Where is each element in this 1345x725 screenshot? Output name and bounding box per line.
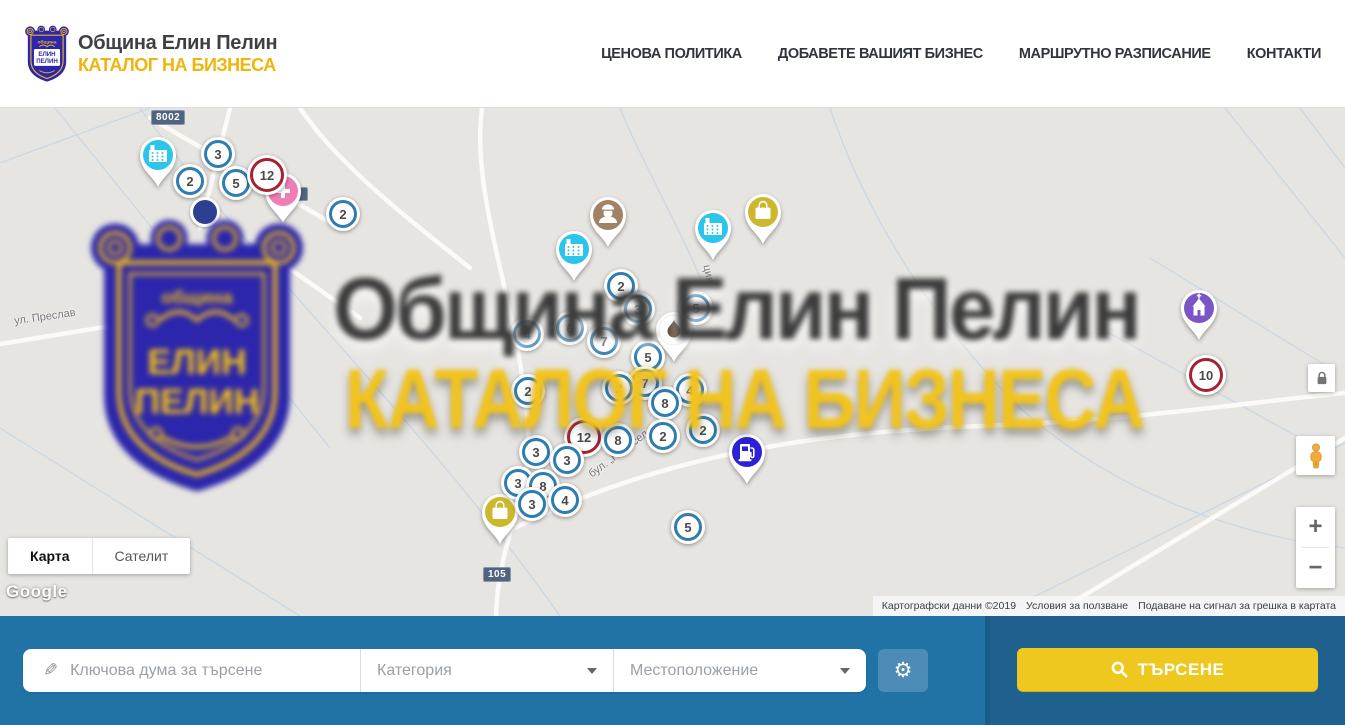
cluster-marker[interactable]: 4	[510, 317, 544, 351]
cluster-marker[interactable]: 2	[602, 371, 636, 405]
factory-pin[interactable]	[691, 208, 735, 262]
cluster-marker[interactable]: 2	[326, 197, 360, 231]
pegman-icon	[1305, 443, 1327, 469]
search-button[interactable]: ТЪРСЕНЕ	[1017, 648, 1318, 691]
cluster-marker[interactable]: 3	[550, 443, 584, 477]
pencil-icon: ✎	[43, 660, 58, 681]
brand-subtitle: КАТАЛОГ НА БИЗНЕСА	[78, 55, 277, 76]
cluster-marker[interactable]: 8	[601, 423, 635, 457]
fuel-pin[interactable]	[725, 432, 769, 486]
location-select-label: Местоположение	[630, 662, 758, 680]
category-select-label: Категория	[377, 662, 452, 680]
cluster-marker[interactable]: 8	[648, 386, 682, 420]
fullscreen-lock-button[interactable]	[1308, 364, 1335, 392]
category-select[interactable]: Категория	[360, 649, 613, 692]
municipality-crest-icon: община ЕЛИН ПЕЛИН	[24, 25, 70, 83]
cluster-marker[interactable]: 5	[679, 291, 713, 325]
nav-item-contacts[interactable]: КОНТАКТИ	[1247, 46, 1321, 62]
svg-text:ПЕЛИН: ПЕЛИН	[36, 58, 58, 65]
search-fields-group: ✎ Категория Местоположение	[23, 649, 866, 692]
cluster-marker[interactable]: 2	[511, 374, 545, 408]
search-button-label: ТЪРСЕНЕ	[1138, 660, 1225, 680]
keyword-input[interactable]	[70, 662, 360, 680]
cluster-marker[interactable]: 4	[548, 483, 582, 517]
map-type-satellite-button[interactable]: Сателит	[92, 538, 191, 574]
header: община ЕЛИН ПЕЛИН Община Елин Пелин КАТА…	[0, 0, 1345, 108]
zoom-out-button[interactable]: −	[1296, 548, 1335, 588]
nav-item-pricing[interactable]: ЦЕНОВА ПОЛИТИКА	[601, 46, 742, 62]
road-badge: 8002	[151, 110, 185, 125]
nav-item-add-business[interactable]: ДОБАВЕТЕ ВАШИЯТ БИЗНЕС	[778, 46, 983, 62]
cluster-marker[interactable]: 5	[671, 510, 705, 544]
bag-pin[interactable]	[741, 192, 785, 246]
cluster-marker[interactable]: 2	[173, 164, 207, 198]
attribution-link[interactable]: Условия за ползване	[1021, 600, 1133, 612]
brand-title: Община Елин Пелин	[78, 32, 277, 55]
cluster-marker[interactable]: 2	[686, 413, 720, 447]
road-badge: 105	[483, 567, 511, 582]
street-view-pegman-button[interactable]	[1296, 436, 1335, 475]
map-attribution: Картографски данни ©2019Условия за ползв…	[873, 596, 1345, 616]
cluster-marker[interactable]: 6	[553, 311, 587, 345]
gear-icon: ⚙	[894, 658, 913, 683]
lock-icon	[1314, 370, 1330, 387]
google-logo[interactable]: Google	[6, 582, 68, 602]
cluster-marker[interactable]: 3	[621, 292, 655, 326]
cluster-marker[interactable]: 7	[587, 324, 621, 358]
zoom-control: + −	[1296, 507, 1335, 588]
svg-text:община: община	[37, 38, 56, 45]
nav-item-route-schedule[interactable]: МАРШРУТНО РАЗПИСАНИЕ	[1019, 46, 1211, 62]
advanced-settings-button[interactable]: ⚙	[878, 649, 928, 692]
svg-text:ЕЛИН: ЕЛИН	[38, 50, 56, 57]
brand-logo[interactable]: община ЕЛИН ПЕЛИН Община Елин Пелин КАТА…	[24, 25, 277, 83]
search-bar: ✎ Категория Местоположение ⚙ ТЪРСЕНЕ	[0, 616, 1345, 725]
cluster-marker[interactable]: 2	[646, 419, 680, 453]
cluster-marker[interactable]: 10	[1186, 355, 1226, 395]
map-canvas[interactable]: ул. Преславбул. „Новоселция8002105 32512…	[0, 108, 1345, 616]
chevron-down-icon	[587, 668, 597, 674]
keyword-field-wrap: ✎	[23, 649, 360, 692]
location-select[interactable]: Местоположение	[613, 649, 866, 692]
category-circle-marker[interactable]	[190, 197, 220, 227]
main-nav: ЦЕНОВА ПОЛИТИКА ДОБАВЕТЕ ВАШИЯТ БИЗНЕС МАР…	[601, 46, 1321, 62]
map-type-control: Карта Сателит	[8, 538, 190, 574]
church-pin[interactable]	[1177, 288, 1221, 342]
cluster-marker[interactable]: 3	[515, 487, 549, 521]
attribution-link[interactable]: Подаване на сигнал за грешка в картата	[1133, 600, 1341, 612]
factory-pin[interactable]	[552, 229, 596, 283]
map-type-map-button[interactable]: Карта	[8, 538, 92, 574]
cluster-marker[interactable]: 3	[519, 435, 553, 469]
search-icon	[1111, 661, 1128, 678]
chevron-down-icon	[840, 668, 850, 674]
zoom-in-button[interactable]: +	[1296, 507, 1335, 547]
attribution-text: Картографски данни ©2019	[877, 600, 1021, 612]
cluster-marker[interactable]: 12	[247, 155, 287, 195]
